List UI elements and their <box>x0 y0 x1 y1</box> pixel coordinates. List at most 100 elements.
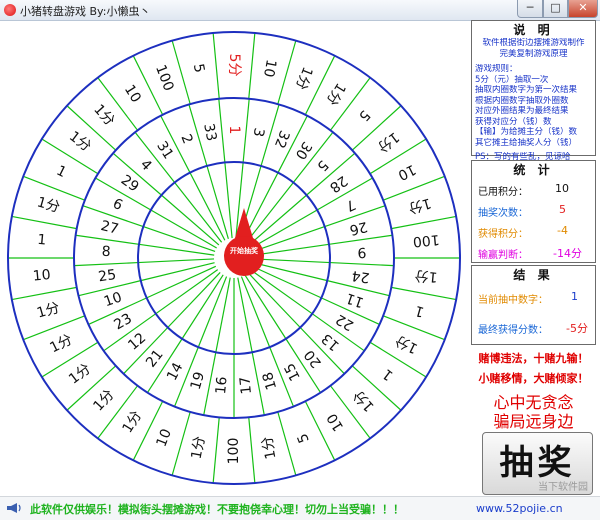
status-bar: 此软件仅供娱乐！模拟街头摆摊游戏！不要抱侥幸心理！切勿上当受骗！！！ www.5… <box>0 496 600 520</box>
wheel-divider <box>197 276 228 348</box>
inner-ring-number: 5 <box>313 157 331 174</box>
inner-ring-number: 30 <box>292 138 315 162</box>
outer-ring-label: 1 <box>37 232 47 249</box>
hub-label[interactable]: 开始抽奖 <box>226 246 262 256</box>
outer-ring-label: 5 <box>295 431 313 445</box>
wheel-divider <box>248 417 256 484</box>
wheel-divider <box>329 261 394 267</box>
inner-ring-number: 27 <box>99 218 120 238</box>
minimize-button[interactable]: ─ <box>517 0 543 18</box>
outer-ring-label: 1分 <box>259 435 279 460</box>
wheel-divider <box>391 286 457 301</box>
prize-wheel: 5分 10 1分1分51分101分1001分11分11分1051分1001分101分… <box>7 31 461 485</box>
wheel-divider <box>74 261 139 267</box>
slogan-line-1: 赌博违法，十赌九输！ <box>478 352 589 365</box>
inner-ring-number: 14 <box>164 360 186 383</box>
draw-count-value: 5 <box>559 203 566 216</box>
wheel-divider <box>171 411 191 476</box>
outer-ring-label: 5 <box>190 62 207 74</box>
wheel-divider <box>253 243 330 256</box>
used-points-label: 已用积分： <box>478 187 528 198</box>
help-line: 【输】为给摊主分（钱）数 <box>475 127 578 137</box>
watermark-text: 当下软件园 <box>538 482 588 493</box>
wheel-divider <box>253 258 330 264</box>
outer-ring-label: 100 <box>226 438 242 465</box>
help-line: 完美复制游戏原理 <box>499 48 568 59</box>
outer-ring-label: 1分 <box>35 194 61 216</box>
wheel-divider <box>304 400 336 461</box>
outer-ring-label: 10 <box>395 161 418 183</box>
inner-ring-number: 10 <box>102 289 124 310</box>
outer-ring-label: 10 <box>121 82 144 106</box>
inner-ring-number: 4 <box>137 157 155 175</box>
help-line: 其它摊主给抽奖人分（钱） <box>475 137 578 148</box>
megaphone-icon <box>7 503 21 513</box>
wheel-divider <box>150 209 217 249</box>
wheel-divider <box>11 286 77 301</box>
outer-ring-label: 1 <box>54 163 69 181</box>
wheel-divider <box>242 98 250 163</box>
inner-ring-number: 18 <box>260 370 280 392</box>
final-score-value: -5分 <box>566 322 588 335</box>
inner-ring-number: 25 <box>97 267 117 285</box>
help-line: 根据内圈数字抽取外圈数 <box>475 95 569 106</box>
title-bar: 小猪转盘游戏 By:小懒虫丶 ─ □ ✕ <box>0 0 600 21</box>
outer-ring-label: 1分 <box>350 387 377 415</box>
close-button[interactable]: ✕ <box>568 0 598 18</box>
inner-ring-number: 2 <box>177 132 195 146</box>
wheel-divider <box>328 234 393 245</box>
outer-ring-label: 1分 <box>323 80 349 108</box>
status-message: 此软件仅供娱乐！模拟街头摆摊游戏！不要抱侥幸心理！切勿上当受骗！！！ <box>30 503 404 516</box>
wheel-divider <box>212 32 220 99</box>
wheel-divider <box>277 40 297 105</box>
inner-ring-number: 8 <box>101 244 111 260</box>
gained-points-value: -4 <box>557 224 568 237</box>
wheel-divider <box>218 98 226 163</box>
outer-ring-label: 1分 <box>120 408 146 436</box>
outer-ring-label: 1分 <box>90 387 117 415</box>
outer-ring-label: 1分 <box>393 332 421 357</box>
gained-points-label: 获得积分： <box>478 229 528 240</box>
outer-ring-label: 1分 <box>35 300 61 322</box>
help-title: 说 明 <box>513 23 554 37</box>
outer-ring-label: 1分 <box>66 361 94 388</box>
wheel-divider <box>138 258 215 264</box>
used-points-value: 10 <box>555 182 569 195</box>
wheel-divider <box>240 276 271 348</box>
inner-ring-number: 7 <box>343 196 358 214</box>
result-title: 结 果 <box>513 268 554 282</box>
outer-ring-label: 1分 <box>406 194 432 216</box>
maximize-button[interactable]: □ <box>543 0 568 18</box>
help-line: 5分（元）抽取一次 <box>475 74 549 85</box>
stats-panel: 统 计 已用积分： 10 抽奖次数： 5 获得积分： -4 输赢判断： -14分 <box>471 160 596 263</box>
app-icon <box>4 4 16 16</box>
inner-ring-number: 16 <box>213 376 231 395</box>
wheel-divider <box>391 215 457 230</box>
wheel-divider <box>212 417 220 484</box>
help-body: 软件根据街边摆摊游戏制作 完美复制游戏原理 游戏规则： 5分（元）抽取一次 抽取… <box>472 38 595 163</box>
wheel-divider <box>123 327 169 375</box>
outer-ring-label: 1分 <box>66 128 94 155</box>
draw-count-label: 抽奖次数： <box>478 208 528 219</box>
outer-ring-label: 1分 <box>90 102 117 130</box>
inner-ring-number: 3 <box>250 126 267 138</box>
wheel-divider <box>138 243 215 256</box>
wheel-divider <box>224 162 233 239</box>
wheel-divider <box>215 277 231 353</box>
outer-ring-label: 10 <box>260 58 279 78</box>
window-title: 小猪转盘游戏 By:小懒虫丶 <box>20 5 151 18</box>
outer-ring-label: 10 <box>32 267 51 285</box>
wheel-divider <box>143 226 216 253</box>
wheel-divider <box>112 152 162 196</box>
wheel-divider <box>171 40 191 105</box>
wheel-divider <box>382 175 445 201</box>
help-line: 游戏规则： <box>475 64 518 74</box>
win-loss-label: 输赢判断： <box>478 250 528 261</box>
result-panel: 结 果 当前抽中数字： 1 最终获得分数： -5分 <box>471 265 596 345</box>
wheel-divider <box>23 175 86 201</box>
stats-title: 统 计 <box>513 163 554 177</box>
site-url[interactable]: www.52pojie.cn <box>476 502 563 515</box>
inner-ring-number: 6 <box>110 196 125 214</box>
outer-ring-label: 1分 <box>374 128 402 155</box>
wheel-divider <box>11 215 77 230</box>
